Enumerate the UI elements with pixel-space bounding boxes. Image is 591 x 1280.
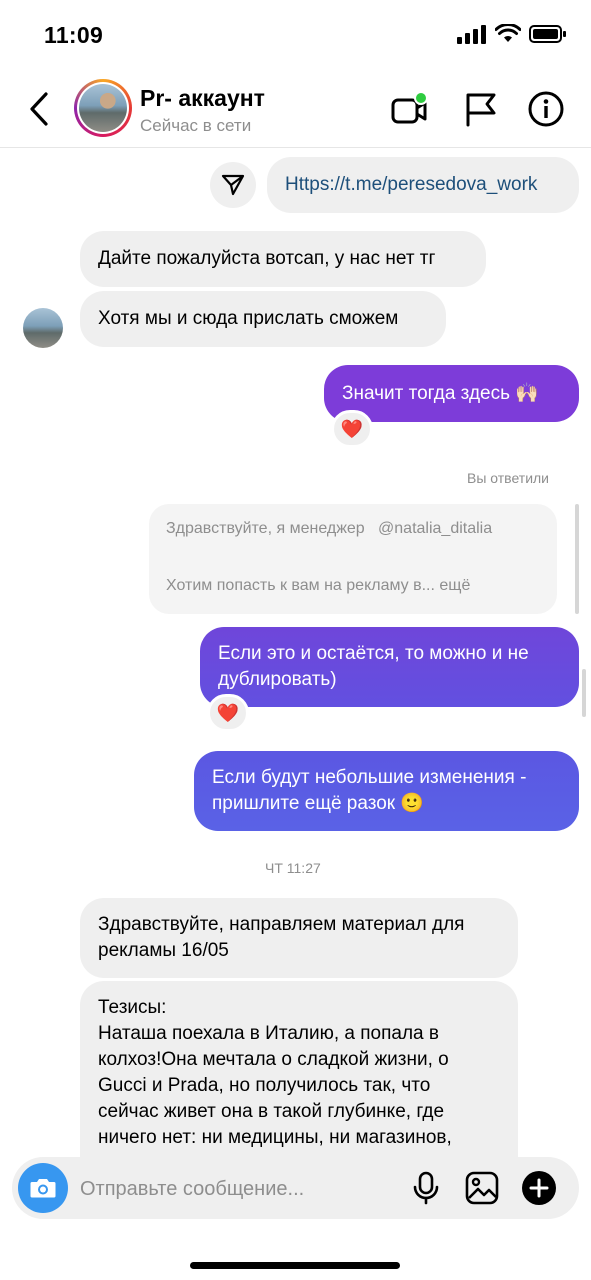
message-text-line: сейчас живет она в такой глубинке, где [98,1101,445,1122]
incoming-message[interactable]: Здравствуйте, направляем материал для ре… [80,898,518,978]
message-composer [12,1157,579,1219]
message-text-line: рекламы 16/05 [98,940,229,961]
outgoing-message[interactable]: Если это и остаётся, то можно и не дубли… [200,627,579,707]
status-bar: 11:09 [0,0,591,70]
status-time: 11:09 [44,22,104,48]
quote-line-2: Хотим попасть к вам на рекламу в... ещё [166,577,471,594]
message-text-line: Если это и остаётся, то можно и не [218,643,529,664]
profile-avatar[interactable] [74,79,132,137]
message-text-line: дублировать) [218,669,337,690]
message-text: Значит тогда здесь 🙌🏻 [342,383,539,404]
message-text: Дайте пожалуйста вотсап, у нас нет тг [98,248,436,269]
chat-header: Pr- аккаунт Сейчас в сети [0,70,591,148]
battery-icon [529,25,566,43]
message-text-line: пришлите ещё разок 🙂 [212,793,425,814]
share-icon [221,174,245,196]
message-thread[interactable]: Https://t.me/peresedova_work Дайте пожал… [0,149,591,1159]
message-text-line: колхоз!Она мечтала о сладкой жизни, о [98,1049,449,1070]
message-text-line: Если будут небольшие изменения - [212,767,527,788]
chat-scrollbar[interactable] [582,669,586,717]
avatar-image [79,84,127,132]
info-icon[interactable] [527,90,565,128]
outgoing-message[interactable]: Если будут небольшие изменения - пришлит… [194,751,579,831]
incoming-message[interactable]: Тезисы: Наташа поехала в Италию, а попала… [80,981,518,1159]
message-input[interactable] [80,1175,380,1203]
heart-reaction[interactable]: ❤️ [207,694,249,732]
replied-label: Вы ответили [467,470,550,486]
signal-icon [457,25,486,44]
microphone-icon[interactable] [408,1170,444,1206]
quote-scroll-indicator [575,504,579,614]
long-message-body: Тезисы: Наташа поехала в Италию, а попала… [98,995,500,1151]
wifi-icon [495,24,521,42]
message-text-line: Тезисы: [98,997,167,1018]
link-message-bubble[interactable]: Https://t.me/peresedova_work [267,157,579,213]
link-text[interactable]: Https://t.me/peresedova_work [285,174,537,195]
status-icons [457,24,567,44]
camera-button[interactable] [18,1163,68,1213]
incoming-message[interactable]: Хотя мы и сюда прислать сможем [80,291,446,347]
online-status: Сейчас в сети [140,116,252,135]
share-button[interactable] [210,162,256,208]
heart-emoji: ❤️ [216,702,240,723]
message-text-line: Gucci и Prada, но получилось так, что [98,1075,431,1096]
contact-name[interactable]: Pr- аккаунт [140,85,265,112]
heart-emoji: ❤️ [340,418,364,439]
camera-icon [30,1179,56,1198]
timestamp-divider: ЧТ 11:27 [265,860,321,876]
incoming-message[interactable]: Дайте пожалуйста вотсап, у нас нет тг [80,231,486,287]
sender-avatar[interactable] [23,308,63,348]
plus-icon[interactable] [521,1170,557,1206]
back-chevron-icon[interactable] [26,90,54,128]
video-call-icon[interactable] [390,90,428,128]
message-text-line: Наташа поехала в Италию, а попала в [98,1023,439,1044]
flag-icon[interactable] [462,90,500,128]
heart-reaction[interactable]: ❤️ [331,410,373,448]
quote-line-1: Здравствуйте, я менеджер @natalia_ditali… [166,520,493,537]
message-text: Хотя мы и сюда прислать сможем [98,308,399,329]
quoted-message[interactable]: Здравствуйте, я менеджер @natalia_ditali… [149,504,557,614]
message-text-line: Здравствуйте, направляем материал для [98,914,465,935]
gallery-icon[interactable] [464,1170,500,1206]
message-text-line: ничего нет: ни медицины, ни магазинов, [98,1127,452,1148]
home-indicator[interactable] [190,1262,400,1269]
